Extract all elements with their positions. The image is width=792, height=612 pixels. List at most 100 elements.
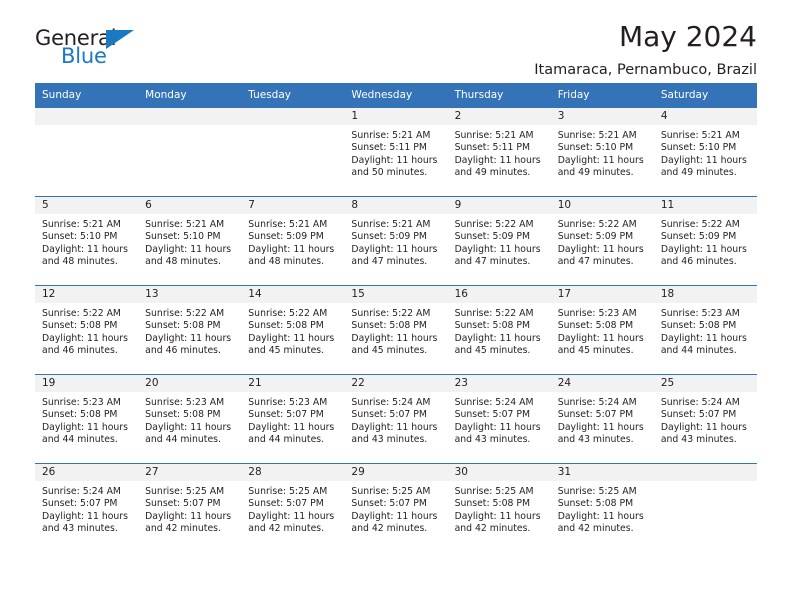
day-cell[interactable]: 22 Sunrise: 5:24 AM Sunset: 5:07 PM Dayligh…: [344, 375, 448, 463]
calendar-cell: 10 Sunrise: 5:22 AM Sunset: 5:09 PM Dayligh…: [550, 196, 654, 286]
day-cell[interactable]: 30 Sunrise: 5:25 AM Sunset: 5:08 PM Dayligh…: [447, 464, 551, 552]
calendar-cell: 30 Sunrise: 5:25 AM Sunset: 5:08 PM Dayligh…: [447, 463, 551, 552]
day-cell[interactable]: 31 Sunrise: 5:25 AM Sunset: 5:08 PM Dayligh…: [550, 464, 654, 552]
daylight-text-line2: and 43 minutes.: [660, 433, 737, 445]
sunrise-text: Sunrise: 5:22 AM: [248, 308, 328, 319]
general-blue-logo[interactable]: General Blue: [35, 28, 155, 74]
day-details: Sunrise: 5:22 AM Sunset: 5:08 PM Daylight:…: [344, 303, 447, 357]
day-details: Sunrise: 5:22 AM Sunset: 5:09 PM Daylight:…: [551, 214, 654, 268]
sunrise-text: Sunrise: 5:21 AM: [660, 130, 740, 141]
calendar-page: General Blue May 2024 Itamaraca, Pernamb…: [0, 0, 792, 612]
day-cell[interactable]: 27 Sunrise: 5:25 AM Sunset: 5:07 PM Dayligh…: [138, 464, 242, 552]
sunset-text: Sunset: 5:07 PM: [351, 409, 427, 421]
day-details: Sunrise: 5:21 AM Sunset: 5:10 PM Daylight:…: [551, 125, 654, 179]
day-details: Sunrise: 5:21 AM Sunset: 5:10 PM Daylight:…: [35, 214, 138, 268]
sunset-text: Sunset: 5:07 PM: [145, 498, 221, 510]
sunrise-text: Sunrise: 5:21 AM: [42, 219, 121, 230]
dow-header-wednesday: Wednesday: [344, 83, 448, 108]
calendar-week-row: 26 Sunrise: 5:24 AM Sunset: 5:07 PM Dayligh…: [35, 463, 757, 552]
day-cell[interactable]: 7 Sunrise: 5:21 AM Sunset: 5:09 PM Daylight…: [241, 197, 345, 285]
day-number: 2: [447, 108, 551, 125]
day-cell[interactable]: 1 Sunrise: 5:21 AM Sunset: 5:11 PM Daylight…: [344, 108, 448, 196]
calendar-cell: 28 Sunrise: 5:25 AM Sunset: 5:07 PM Dayligh…: [241, 463, 345, 552]
sunset-text: Sunset: 5:07 PM: [248, 498, 324, 510]
day-cell[interactable]: 3 Sunrise: 5:21 AM Sunset: 5:10 PM Daylight…: [550, 108, 654, 196]
daylight-text-line1: Daylight: 11 hours: [351, 510, 438, 522]
daylight-text-line1: Daylight: 11 hours: [42, 332, 128, 344]
day-cell[interactable]: 14 Sunrise: 5:22 AM Sunset: 5:08 PM Dayligh…: [241, 286, 345, 374]
calendar-cell: 13 Sunrise: 5:22 AM Sunset: 5:08 PM Dayligh…: [138, 285, 242, 375]
day-cell[interactable]: 17 Sunrise: 5:23 AM Sunset: 5:08 PM Dayligh…: [550, 286, 654, 374]
day-cell[interactable]: 24 Sunrise: 5:24 AM Sunset: 5:07 PM Dayligh…: [550, 375, 654, 463]
day-number: 13: [138, 286, 242, 303]
day-cell[interactable]: 2 Sunrise: 5:21 AM Sunset: 5:11 PM Daylight…: [447, 108, 551, 196]
daylight-text-line2: and 49 minutes.: [454, 166, 531, 178]
day-cell[interactable]: 18 Sunrise: 5:23 AM Sunset: 5:08 PM Dayligh…: [653, 286, 757, 374]
daylight-text-line1: Daylight: 11 hours: [248, 510, 335, 522]
day-cell[interactable]: 21 Sunrise: 5:23 AM Sunset: 5:07 PM Dayligh…: [241, 375, 345, 463]
daylight-text-line1: Daylight: 11 hours: [660, 243, 747, 255]
daylight-text-line1: Daylight: 11 hours: [248, 332, 335, 344]
calendar-cell: 2 Sunrise: 5:21 AM Sunset: 5:11 PM Daylight…: [447, 107, 551, 197]
daylight-text-line2: and 43 minutes.: [351, 433, 428, 445]
day-cell[interactable]: 8 Sunrise: 5:21 AM Sunset: 5:09 PM Daylight…: [344, 197, 448, 285]
calendar-week-row: 1 Sunrise: 5:21 AM Sunset: 5:11 PM Daylight…: [35, 107, 757, 197]
sunset-text: Sunset: 5:10 PM: [557, 142, 634, 154]
calendar-cell: 1 Sunrise: 5:21 AM Sunset: 5:11 PM Daylight…: [344, 107, 448, 197]
sunrise-text: Sunrise: 5:25 AM: [145, 486, 225, 497]
title-block: May 2024 Itamaraca, Pernambuco, Brazil: [534, 0, 757, 78]
day-number: 31: [550, 464, 654, 481]
day-cell[interactable]: 12 Sunrise: 5:22 AM Sunset: 5:08 PM Dayligh…: [35, 286, 139, 374]
day-cell[interactable]: 20 Sunrise: 5:23 AM Sunset: 5:08 PM Dayligh…: [138, 375, 242, 463]
sunrise-text: Sunrise: 5:23 AM: [145, 397, 225, 408]
daylight-text-line1: Daylight: 11 hours: [42, 243, 128, 255]
sunrise-text: Sunrise: 5:21 AM: [248, 219, 328, 230]
day-cell-empty: [241, 108, 345, 196]
daylight-text-line2: and 43 minutes.: [557, 433, 634, 445]
day-cell[interactable]: 16 Sunrise: 5:22 AM Sunset: 5:08 PM Dayligh…: [447, 286, 551, 374]
day-cell[interactable]: 29 Sunrise: 5:25 AM Sunset: 5:07 PM Dayligh…: [344, 464, 448, 552]
day-cell[interactable]: 28 Sunrise: 5:25 AM Sunset: 5:07 PM Dayligh…: [241, 464, 345, 552]
daylight-text-line2: and 45 minutes.: [454, 344, 531, 356]
sunset-text: Sunset: 5:08 PM: [145, 320, 221, 332]
day-number: 5: [35, 197, 139, 214]
day-cell[interactable]: 13 Sunrise: 5:22 AM Sunset: 5:08 PM Dayligh…: [138, 286, 242, 374]
calendar-cell: 9 Sunrise: 5:22 AM Sunset: 5:09 PM Daylight…: [447, 196, 551, 286]
day-cell[interactable]: 4 Sunrise: 5:21 AM Sunset: 5:10 PM Daylight…: [653, 108, 757, 196]
day-cell[interactable]: 23 Sunrise: 5:24 AM Sunset: 5:07 PM Dayligh…: [447, 375, 551, 463]
day-cell[interactable]: 25 Sunrise: 5:24 AM Sunset: 5:07 PM Dayligh…: [653, 375, 757, 463]
calendar-cell: [35, 107, 139, 197]
day-cell[interactable]: 9 Sunrise: 5:22 AM Sunset: 5:09 PM Daylight…: [447, 197, 551, 285]
daylight-text-line1: Daylight: 11 hours: [454, 510, 541, 522]
calendar-cell: 25 Sunrise: 5:24 AM Sunset: 5:07 PM Dayligh…: [653, 374, 757, 464]
calendar-cell: 7 Sunrise: 5:21 AM Sunset: 5:09 PM Daylight…: [241, 196, 345, 286]
day-number: 23: [447, 375, 551, 392]
daylight-text-line2: and 48 minutes.: [42, 255, 118, 267]
calendar-cell: 12 Sunrise: 5:22 AM Sunset: 5:08 PM Dayligh…: [35, 285, 139, 375]
sunrise-text: Sunrise: 5:25 AM: [351, 486, 431, 497]
daylight-text-line1: Daylight: 11 hours: [145, 243, 232, 255]
day-cell[interactable]: 5 Sunrise: 5:21 AM Sunset: 5:10 PM Daylight…: [35, 197, 139, 285]
sunrise-text: Sunrise: 5:22 AM: [660, 219, 740, 230]
sunrise-text: Sunrise: 5:25 AM: [248, 486, 328, 497]
calendar-cell: 23 Sunrise: 5:24 AM Sunset: 5:07 PM Dayligh…: [447, 374, 551, 464]
day-details: Sunrise: 5:21 AM Sunset: 5:10 PM Daylight:…: [654, 125, 757, 179]
daylight-text-line2: and 42 minutes.: [248, 522, 325, 534]
day-cell[interactable]: 6 Sunrise: 5:21 AM Sunset: 5:10 PM Daylight…: [138, 197, 242, 285]
day-cell-empty: [138, 108, 242, 196]
sunset-text: Sunset: 5:07 PM: [248, 409, 324, 421]
day-cell[interactable]: 19 Sunrise: 5:23 AM Sunset: 5:08 PM Dayligh…: [35, 375, 139, 463]
day-cell[interactable]: 26 Sunrise: 5:24 AM Sunset: 5:07 PM Dayligh…: [35, 464, 139, 552]
daylight-text-line1: Daylight: 11 hours: [660, 421, 747, 433]
daylight-text-line1: Daylight: 11 hours: [557, 421, 644, 433]
day-number: 20: [138, 375, 242, 392]
day-number: 16: [447, 286, 551, 303]
day-cell[interactable]: 11 Sunrise: 5:22 AM Sunset: 5:09 PM Dayligh…: [653, 197, 757, 285]
dow-header-saturday: Saturday: [653, 83, 757, 108]
calendar-cell: 6 Sunrise: 5:21 AM Sunset: 5:10 PM Daylight…: [138, 196, 242, 286]
day-cell[interactable]: 10 Sunrise: 5:22 AM Sunset: 5:09 PM Dayligh…: [550, 197, 654, 285]
day-details: Sunrise: 5:25 AM Sunset: 5:07 PM Daylight:…: [241, 481, 344, 535]
day-cell[interactable]: 15 Sunrise: 5:22 AM Sunset: 5:08 PM Dayligh…: [344, 286, 448, 374]
day-number: 29: [344, 464, 448, 481]
sunrise-text: Sunrise: 5:21 AM: [454, 130, 534, 141]
